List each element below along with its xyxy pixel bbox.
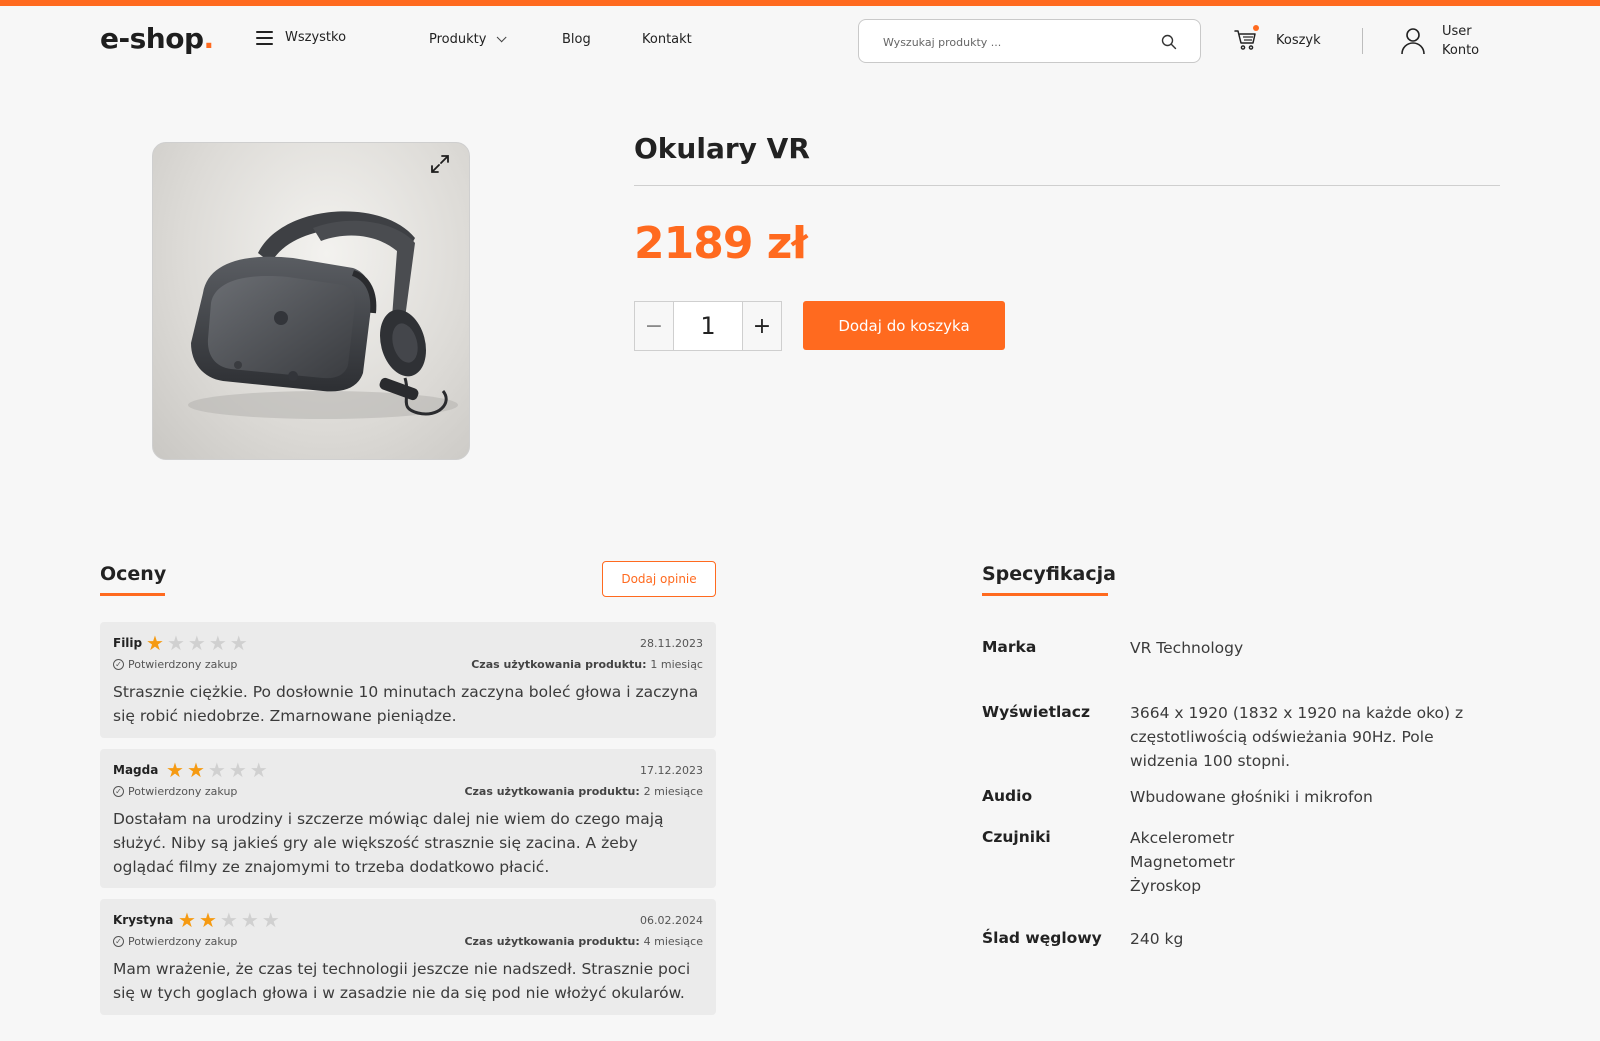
verified-purchase: ✓ Potwierdzony zakup — [113, 785, 237, 798]
hamburger-icon — [256, 30, 273, 45]
spec-label: Czujniki — [982, 828, 1051, 846]
qty-decrease-button[interactable]: − — [635, 302, 674, 350]
spec-title-underline — [982, 593, 1108, 596]
vr-headset-image — [188, 211, 458, 419]
search-icon[interactable] — [1160, 33, 1178, 51]
spec-title: Specyfikacja — [982, 563, 1116, 585]
review-rating: ★ ★ ★ ★ ★ — [178, 910, 280, 930]
add-to-cart-button[interactable]: Dodaj do koszyka — [803, 301, 1005, 350]
spec-label: Audio — [982, 787, 1033, 805]
reviews-title-underline — [100, 593, 165, 596]
usage-value: 1 miesiąc — [650, 658, 703, 671]
nav-all-categories[interactable]: Wszystko — [256, 30, 346, 45]
nav-products-label: Produkty — [429, 32, 487, 47]
usage-label: Czas użytkowania produktu: — [464, 785, 644, 798]
qty-increase-button[interactable]: + — [742, 302, 781, 350]
product-image[interactable] — [152, 142, 470, 460]
usage-label: Czas użytkowania produktu: — [471, 658, 651, 671]
nav-products[interactable]: Produkty — [429, 32, 508, 47]
verified-label: Potwierdzony zakup — [128, 658, 238, 671]
nav-all-label: Wszystko — [285, 30, 347, 45]
spec-label: Marka — [982, 638, 1037, 656]
star-empty-icon: ★ — [261, 908, 280, 932]
product-price: 2189 zł — [634, 218, 808, 269]
add-review-button[interactable]: Dodaj opinie — [602, 561, 716, 597]
star-filled-icon: ★ — [186, 758, 205, 782]
expand-icon[interactable] — [429, 153, 451, 175]
review-author: Magda — [113, 763, 159, 777]
spec-value: Akcelerometr Magnetometr Żyroskop — [1130, 829, 1235, 895]
star-empty-icon: ★ — [208, 631, 227, 655]
review-card: Filip ★ ★ ★ ★ ★ 28.11.2023 ✓ Potwierdzony zakup C… — [100, 622, 716, 738]
reviews-title: Oceny — [100, 563, 167, 585]
cart-badge-dot — [1253, 25, 1259, 31]
verified-purchase: ✓ Potwierdzony zakup — [113, 658, 237, 671]
review-date: 06.02.2024 — [640, 914, 703, 927]
review-date: 17.12.2023 — [640, 764, 703, 777]
spec-value: VR Technology — [1130, 639, 1244, 657]
spec-label: Ślad węglowy — [982, 929, 1102, 947]
check-circle-icon: ✓ — [113, 659, 124, 670]
review-author: Krystyna — [113, 913, 174, 927]
cart-icon — [1234, 25, 1259, 52]
usage-label: Czas użytkowania produktu: — [464, 935, 644, 948]
check-circle-icon: ✓ — [113, 936, 124, 947]
star-empty-icon: ★ — [187, 631, 206, 655]
spec-value: 3664 x 1920 (1832 x 1920 na każde oko) z… — [1130, 704, 1464, 770]
search-input[interactable] — [883, 32, 1143, 52]
nav-contact[interactable]: Kontakt — [642, 32, 692, 47]
star-filled-icon: ★ — [146, 631, 164, 655]
review-author: Filip — [113, 636, 143, 650]
review-text: Strasznie ciężkie. Po dosłownie 10 minut… — [113, 683, 699, 725]
star-filled-icon: ★ — [166, 758, 184, 782]
review-usage-time: Czas użytkowania produktu: 1 miesiąc — [471, 658, 703, 671]
account-button[interactable]: User Konto — [1400, 22, 1479, 60]
review-card: Magda ★ ★ ★ ★ ★ 17.12.2023 ✓ Potwierdzony zakup C… — [100, 749, 716, 888]
star-empty-icon: ★ — [249, 758, 268, 782]
usage-value: 4 miesiące — [643, 935, 703, 948]
verified-purchase: ✓ Potwierdzony zakup — [113, 935, 237, 948]
usage-value: 2 miesiące — [643, 785, 703, 798]
review-text: Mam wrażenie, że czas tej technologii je… — [113, 960, 691, 1002]
logo[interactable]: e-shop. — [100, 22, 214, 55]
review-card: Krystyna ★ ★ ★ ★ ★ 06.02.2024 ✓ Potwierdzony zak… — [100, 899, 716, 1015]
cart-button[interactable]: Koszyk — [1234, 25, 1321, 52]
review-text: Dostałam na urodziny i szczerze mówiąc d… — [113, 810, 664, 876]
user-icon — [1401, 28, 1425, 55]
quantity-stepper: − 1 + — [634, 301, 782, 351]
check-circle-icon: ✓ — [113, 786, 124, 797]
nav-blog[interactable]: Blog — [562, 32, 591, 47]
chevron-down-icon — [497, 32, 508, 43]
star-empty-icon: ★ — [207, 758, 226, 782]
cart-label: Koszyk — [1276, 32, 1321, 48]
qty-value[interactable]: 1 — [674, 302, 742, 350]
star-empty-icon: ★ — [240, 908, 259, 932]
top-accent-bar — [0, 0, 1600, 6]
product-title: Okulary VR — [634, 132, 810, 165]
star-empty-icon: ★ — [229, 631, 248, 655]
logo-text: e-shop — [100, 22, 204, 55]
logo-dot: . — [203, 22, 215, 55]
review-rating: ★ ★ ★ ★ ★ — [166, 760, 268, 780]
header-divider — [1362, 28, 1363, 54]
star-empty-icon: ★ — [166, 631, 185, 655]
spec-label: Wyświetlacz — [982, 703, 1090, 721]
account-label: Konto — [1442, 43, 1480, 58]
star-empty-icon: ★ — [228, 758, 247, 782]
spec-value: Wbudowane głośniki i mikrofon — [1130, 788, 1373, 806]
review-usage-time: Czas użytkowania produktu: 2 miesiące — [464, 785, 703, 798]
verified-label: Potwierdzony zakup — [128, 785, 238, 798]
star-filled-icon: ★ — [178, 908, 196, 932]
review-rating: ★ ★ ★ ★ ★ — [146, 633, 248, 653]
user-name: User — [1442, 24, 1472, 39]
spec-value: 240 kg — [1130, 930, 1184, 948]
review-usage-time: Czas użytkowania produktu: 4 miesiące — [464, 935, 703, 948]
star-filled-icon: ★ — [198, 908, 217, 932]
star-empty-icon: ★ — [219, 908, 238, 932]
review-date: 28.11.2023 — [640, 637, 703, 650]
search-box — [858, 19, 1201, 63]
verified-label: Potwierdzony zakup — [128, 935, 238, 948]
title-divider — [634, 185, 1500, 186]
